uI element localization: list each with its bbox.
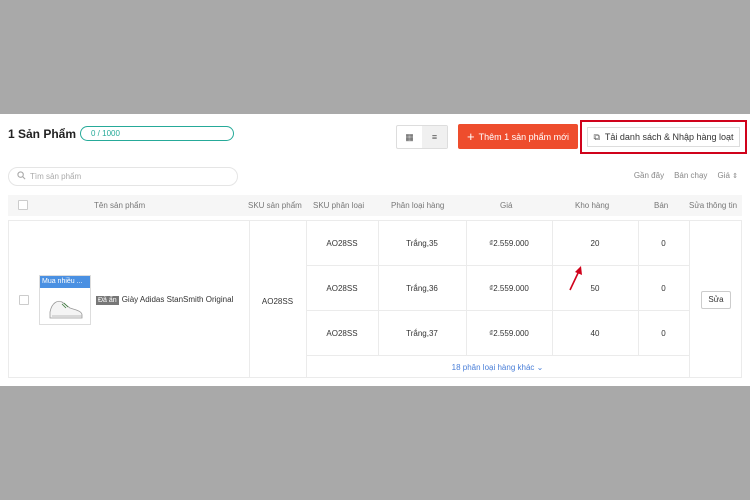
- divider: [306, 355, 689, 356]
- col-edit: Sửa thông tin: [689, 201, 738, 210]
- select-all-checkbox[interactable]: [18, 200, 28, 210]
- variant-name: Trắng,37: [406, 329, 438, 338]
- sort-arrows-icon: ⇕: [732, 173, 738, 180]
- col-sku: SKU sản phẩm: [248, 201, 302, 210]
- col-name: Tên sản phẩm: [94, 201, 146, 210]
- sort-recent[interactable]: Gần đây: [634, 171, 664, 180]
- view-toggle: ▦ ≡: [396, 125, 448, 149]
- list-view-icon[interactable]: ≡: [422, 126, 447, 148]
- variant-name: Trắng,35: [406, 239, 438, 248]
- sort-price[interactable]: Giá ⇕: [717, 171, 738, 180]
- bulk-import-label: Tải danh sách & Nhập hàng loạt: [604, 132, 734, 142]
- variant-stock: 40: [590, 329, 600, 338]
- col-variant: Phân loại hàng: [391, 201, 445, 210]
- variant-sku: AO28SS: [326, 239, 358, 248]
- search-icon: [17, 171, 26, 182]
- sort-bestseller[interactable]: Bán chạy: [674, 171, 707, 180]
- copy-icon: ⧉: [593, 131, 600, 142]
- sort-price-label: Giá: [717, 171, 730, 180]
- col-price: Giá: [500, 201, 513, 210]
- variant-name: Trắng,36: [406, 284, 438, 293]
- product-thumbnail[interactable]: Mua nhiều ...: [39, 275, 91, 325]
- edit-button[interactable]: Sửa: [701, 291, 731, 309]
- add-product-button[interactable]: + Thêm 1 sản phẩm mới: [458, 124, 578, 149]
- variant-rows: AO28SS Trắng,35 ₫2.559.000 20 0 AO28SS T…: [306, 221, 689, 355]
- search-box: [8, 167, 238, 186]
- image-tag: Mua nhiều ...: [40, 276, 90, 288]
- divider: [689, 221, 690, 377]
- variant-price: ₫2.559.000: [489, 239, 529, 248]
- variant-sku: AO28SS: [326, 329, 358, 338]
- product-quota-badge: 0 / 1000: [80, 126, 234, 141]
- shoe-image: [49, 300, 83, 319]
- variant-sku: AO28SS: [326, 284, 358, 293]
- chevron-down-icon: ⌄: [536, 363, 544, 372]
- table-header: Tên sản phẩm SKU sản phẩm SKU phân loại …: [8, 195, 742, 216]
- variant-sold: 0: [661, 239, 666, 248]
- variant-price: ₫2.559.000: [489, 284, 529, 293]
- row-checkbox[interactable]: [19, 295, 29, 305]
- more-variants-link[interactable]: 18 phân loại hàng khác ⌄: [306, 358, 689, 378]
- bulk-import-button[interactable]: ⧉ Tải danh sách & Nhập hàng loạt: [580, 120, 747, 154]
- variant-price: ₫2.559.000: [489, 329, 529, 338]
- col-stock: Kho hàng: [575, 201, 610, 210]
- variant-sold: 0: [661, 284, 666, 293]
- sort-bar: Gần đây Bán chạy Giá ⇕: [634, 171, 738, 180]
- page-title: 1 Sản Phẩm: [8, 127, 77, 141]
- product-name[interactable]: Đã ẩn Giày Adidas StanSmith Original: [96, 295, 234, 305]
- plus-icon: +: [466, 128, 475, 144]
- variant-sold: 0: [661, 329, 666, 338]
- col-variant-sku: SKU phân loại: [313, 201, 365, 210]
- annotation-arrow-icon: [569, 266, 582, 291]
- table-row: Mua nhiều ... Đã ẩn Giày Adidas StanSmith…: [8, 220, 742, 378]
- grid-view-icon[interactable]: ▦: [397, 126, 422, 148]
- product-sku: AO28SS: [261, 297, 294, 306]
- add-product-label: Thêm 1 sản phẩm mới: [478, 131, 570, 142]
- more-variants-label: 18 phân loại hàng khác: [451, 363, 535, 372]
- search-input[interactable]: [30, 172, 220, 181]
- product-list-panel: 1 Sản Phẩm 0 / 1000 ▦ ≡ + Thêm 1 sản phẩ…: [0, 114, 750, 386]
- hidden-badge: Đã ẩn: [96, 296, 119, 305]
- col-sold: Bán: [654, 201, 669, 210]
- product-name-text: Giày Adidas StanSmith Original: [121, 295, 234, 304]
- variant-stock: 20: [590, 239, 600, 248]
